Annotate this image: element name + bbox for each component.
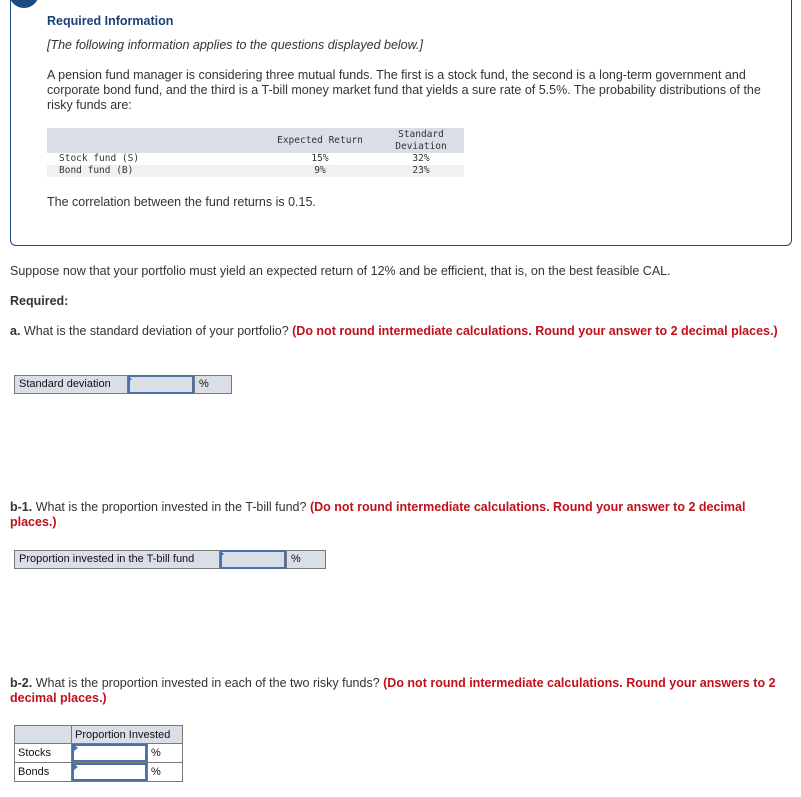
- bonds-input-cell: [71, 762, 148, 782]
- table-header-row: Proportion Invested: [14, 725, 183, 744]
- header-std-dev: Standard Deviation: [378, 128, 464, 153]
- table-header-row: Expected Return Standard Deviation: [47, 128, 464, 153]
- percent-unit: %: [194, 376, 231, 393]
- input-flag-icon: [74, 764, 78, 770]
- info-badge-icon: [9, 0, 39, 8]
- percent-unit: %: [286, 551, 325, 568]
- stocks-label: Stocks: [14, 743, 72, 763]
- tbill-answer-row: Proportion invested in the T-bill fund %: [14, 550, 326, 569]
- percent-unit: %: [147, 762, 183, 782]
- expected-return: 15%: [262, 153, 378, 165]
- table-row: Bond fund (B) 9% 23%: [47, 165, 464, 177]
- header-blank: [47, 128, 262, 153]
- fund-distribution-table: Expected Return Standard Deviation Stock…: [47, 128, 464, 177]
- question-b1: b-1. What is the proportion invested in …: [10, 500, 790, 530]
- bonds-label: Bonds: [14, 762, 72, 782]
- question-b1-text: What is the proportion invested in the T…: [32, 500, 310, 514]
- input-flag-icon: [74, 745, 78, 751]
- input-flag-icon: [220, 551, 224, 557]
- question-b2-label: b-2.: [10, 676, 33, 690]
- risky-funds-proportion-table: Proportion Invested Stocks % Bonds %: [14, 725, 183, 782]
- std-dev-answer-row: Standard deviation %: [14, 375, 232, 394]
- input-flag-icon: [128, 376, 132, 382]
- info-paragraph: A pension fund manager is considering th…: [47, 68, 761, 112]
- suppose-text: Suppose now that your portfolio must yie…: [10, 264, 671, 278]
- question-b2: b-2. What is the proportion invested in …: [10, 676, 790, 706]
- question-a-text: What is the standard deviation of your p…: [20, 324, 293, 338]
- fund-name: Stock fund (S): [47, 153, 262, 165]
- question-a-instruction: (Do not round intermediate calculations.…: [292, 324, 778, 338]
- correlation-text: The correlation between the fund returns…: [47, 195, 316, 209]
- stocks-input-cell: [71, 743, 148, 763]
- question-a: a. What is the standard deviation of you…: [10, 324, 790, 339]
- tbill-proportion-input[interactable]: [220, 550, 286, 569]
- question-a-label: a.: [10, 324, 21, 338]
- percent-unit: %: [147, 743, 183, 763]
- question-b1-label: b-1.: [10, 500, 33, 514]
- info-note: [The following information applies to th…: [47, 38, 423, 52]
- std-dev-label: Standard deviation: [15, 376, 128, 393]
- table-row: Stock fund (S) 15% 32%: [47, 153, 464, 165]
- header-expected-return: Expected Return: [262, 128, 378, 153]
- table-row: Stocks %: [14, 743, 183, 763]
- bonds-proportion-input[interactable]: [72, 763, 147, 781]
- std-dev: 32%: [378, 153, 464, 165]
- expected-return: 9%: [262, 165, 378, 177]
- stocks-proportion-input[interactable]: [72, 744, 147, 762]
- fund-name: Bond fund (B): [47, 165, 262, 177]
- question-b2-text: What is the proportion invested in each …: [32, 676, 384, 690]
- std-dev: 23%: [378, 165, 464, 177]
- table-row: Bonds %: [14, 762, 183, 782]
- std-dev-input[interactable]: [128, 375, 194, 394]
- tbill-label: Proportion invested in the T-bill fund: [15, 551, 220, 568]
- required-information-panel: [9, 0, 792, 246]
- required-information-title: Required Information: [47, 14, 174, 28]
- required-label: Required:: [10, 294, 69, 308]
- header-blank: [14, 725, 72, 744]
- header-proportion-invested: Proportion Invested: [71, 725, 183, 744]
